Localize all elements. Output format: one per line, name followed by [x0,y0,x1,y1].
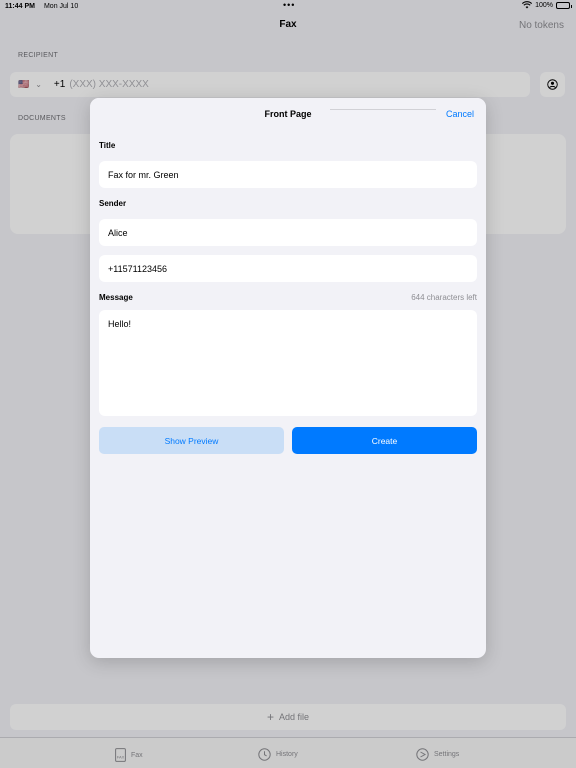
message-label: Message [99,293,133,302]
sender-phone-input[interactable] [99,255,477,282]
show-preview-button[interactable]: Show Preview [99,427,284,454]
characters-left-counter: 644 characters left [411,293,477,302]
title-label: Title [99,141,116,150]
cancel-button[interactable]: Cancel [446,109,474,119]
sender-name-input[interactable] [99,219,477,246]
title-input[interactable] [99,161,477,188]
front-page-sheet: Front Page Cancel Title Sender Message 6… [90,98,486,658]
sender-label: Sender [99,199,127,208]
message-textarea[interactable]: Hello! [99,310,477,416]
sheet-header: Front Page Cancel [90,98,486,132]
sheet-title: Front Page [264,109,312,119]
create-button[interactable]: Create [292,427,477,454]
